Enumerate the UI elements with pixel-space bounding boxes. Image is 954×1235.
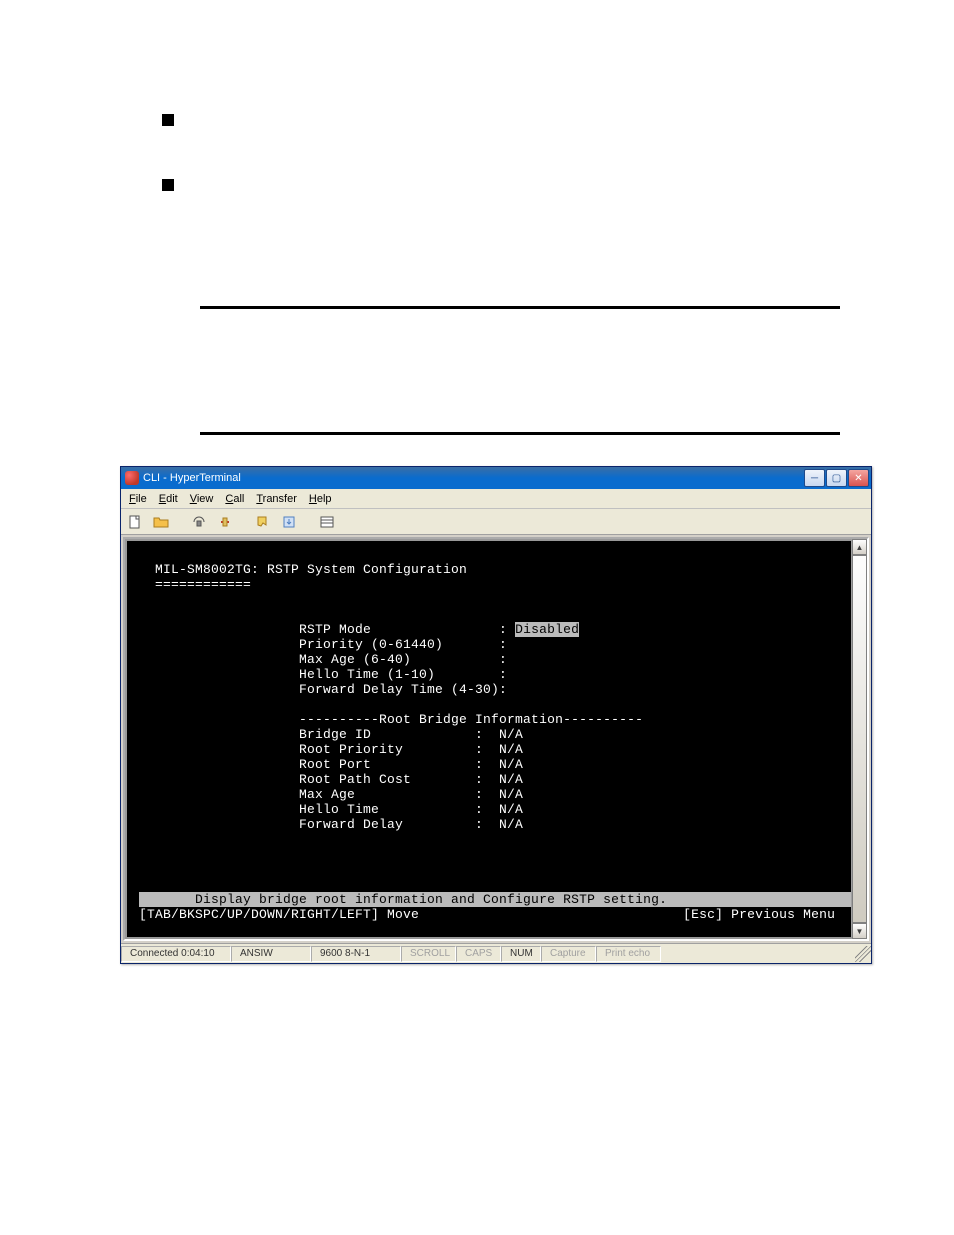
send-icon[interactable] bbox=[253, 512, 273, 532]
divider bbox=[200, 306, 840, 309]
terminal-output[interactable]: MIL-SM8002TG: RSTP System Configuration … bbox=[125, 539, 851, 939]
scroll-thumb[interactable] bbox=[852, 555, 867, 923]
scroll-up-button[interactable]: ▲ bbox=[852, 539, 867, 555]
receive-icon[interactable] bbox=[279, 512, 299, 532]
properties-icon[interactable] bbox=[317, 512, 337, 532]
resize-grip-icon[interactable] bbox=[855, 946, 871, 962]
terminal-area: MIL-SM8002TG: RSTP System Configuration … bbox=[121, 535, 871, 943]
bullet-icon bbox=[162, 179, 174, 191]
app-icon bbox=[125, 471, 139, 485]
maximize-button[interactable]: ▢ bbox=[826, 469, 847, 487]
window-title: CLI - HyperTerminal bbox=[143, 472, 241, 484]
divider bbox=[200, 432, 840, 435]
minimize-button[interactable]: ─ bbox=[804, 469, 825, 487]
menu-bar: File Edit View Call Transfer Help bbox=[121, 489, 871, 509]
menu-edit[interactable]: Edit bbox=[153, 491, 184, 507]
close-button[interactable]: ✕ bbox=[848, 469, 869, 487]
bullet-icon bbox=[162, 114, 174, 126]
title-bar: CLI - HyperTerminal ─ ▢ ✕ bbox=[121, 467, 871, 489]
status-printecho: Print echo bbox=[596, 946, 661, 962]
menu-file[interactable]: File bbox=[123, 491, 153, 507]
disconnect-icon[interactable] bbox=[215, 512, 235, 532]
toolbar bbox=[121, 509, 871, 535]
menu-transfer[interactable]: Transfer bbox=[250, 491, 303, 507]
hyperterminal-window: CLI - HyperTerminal ─ ▢ ✕ File Edit View… bbox=[120, 466, 872, 964]
status-num: NUM bbox=[501, 946, 541, 962]
scrollbar[interactable]: ▲ ▼ bbox=[851, 539, 867, 939]
menu-view[interactable]: View bbox=[184, 491, 220, 507]
status-caps: CAPS bbox=[456, 946, 501, 962]
open-folder-icon[interactable] bbox=[151, 512, 171, 532]
menu-call[interactable]: Call bbox=[219, 491, 250, 507]
new-file-icon[interactable] bbox=[125, 512, 145, 532]
status-term: ANSIW bbox=[231, 946, 311, 962]
status-baud: 9600 8-N-1 bbox=[311, 946, 401, 962]
connect-icon[interactable] bbox=[189, 512, 209, 532]
status-scroll: SCROLL bbox=[401, 946, 456, 962]
window-controls: ─ ▢ ✕ bbox=[803, 469, 869, 487]
status-capture: Capture bbox=[541, 946, 596, 962]
scroll-track[interactable] bbox=[852, 555, 867, 923]
status-bar: Connected 0:04:10 ANSIW 9600 8-N-1 SCROL… bbox=[121, 943, 871, 963]
menu-help[interactable]: Help bbox=[303, 491, 338, 507]
status-connected: Connected 0:04:10 bbox=[121, 946, 231, 962]
scroll-down-button[interactable]: ▼ bbox=[852, 923, 867, 939]
